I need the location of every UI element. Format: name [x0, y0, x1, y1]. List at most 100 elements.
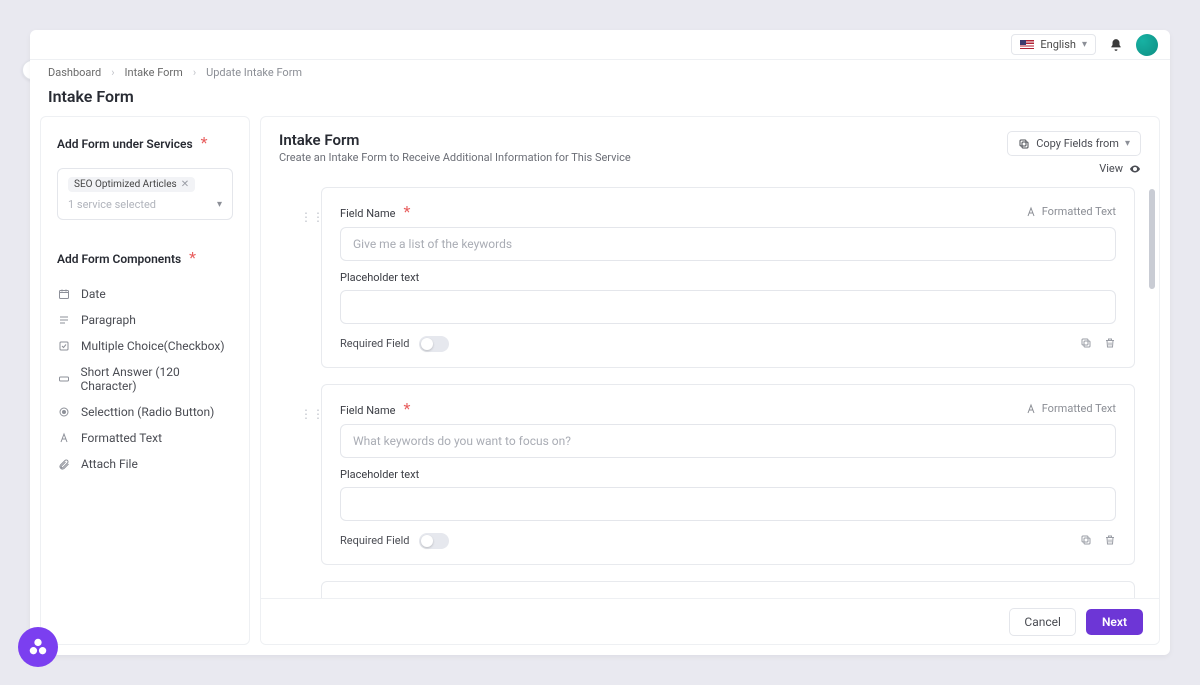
component-multiple-choice[interactable]: Multiple Choice(Checkbox) — [57, 339, 233, 353]
component-short-answer[interactable]: Short Answer (120 Character) — [57, 365, 233, 393]
service-chip: SEO Optimized Articles ✕ — [68, 177, 195, 192]
component-label: Formatted Text — [81, 431, 162, 445]
right-panel: Intake Form Create an Intake Form to Rec… — [260, 116, 1160, 645]
component-formatted-text[interactable]: Formatted Text — [57, 431, 233, 445]
short-answer-icon — [57, 373, 70, 385]
attach-file-icon — [57, 458, 71, 470]
chip-remove-icon[interactable]: ✕ — [181, 179, 189, 190]
chevron-right-icon: › — [111, 66, 114, 79]
field-row-footer: Required Field — [340, 334, 1116, 353]
service-select[interactable]: SEO Optimized Articles ✕ 1 service selec… — [57, 168, 233, 220]
duplicate-button[interactable] — [1080, 531, 1092, 550]
page-header: Dashboard › Intake Form › Update Intake … — [30, 60, 1170, 116]
breadcrumb-item[interactable]: Intake Form — [125, 66, 183, 79]
avatar[interactable] — [1136, 34, 1158, 56]
copy-fields-button[interactable]: Copy Fields from ▾ — [1007, 131, 1141, 156]
delete-button[interactable] — [1104, 531, 1116, 550]
bell-icon — [1109, 38, 1123, 52]
copy-icon — [1080, 534, 1092, 546]
field-row-header: Field Name * Date — [340, 596, 1116, 598]
form-scroll[interactable]: ⋮⋮ Field Name * Formatted Text Placehold… — [261, 183, 1159, 598]
field-row-header: Field Name * Formatted Text — [340, 202, 1116, 221]
required-toggle[interactable] — [419, 533, 449, 549]
placeholder-input[interactable] — [340, 290, 1116, 324]
formatted-text-icon — [1025, 403, 1037, 415]
field-type[interactable]: Formatted Text — [1025, 402, 1116, 415]
required-toggle[interactable] — [419, 336, 449, 352]
component-paragraph[interactable]: Paragraph — [57, 313, 233, 327]
field-row-footer: Required Field — [340, 531, 1116, 550]
component-label: Attach File — [81, 457, 138, 471]
app-shell: English ▾ Dashboard › Intake Form › Upda… — [30, 30, 1170, 655]
field-actions — [1080, 531, 1116, 550]
topbar: English ▾ — [30, 30, 1170, 60]
breadcrumb-item[interactable]: Dashboard — [48, 66, 101, 79]
required-star: * — [399, 596, 410, 598]
language-label: English — [1040, 38, 1076, 51]
field-actions — [1080, 334, 1116, 353]
chevron-right-icon: › — [193, 66, 196, 79]
required-label: Required Field — [340, 534, 409, 547]
component-attach-file[interactable]: Attach File — [57, 457, 233, 471]
required-field-row: Required Field — [340, 533, 449, 549]
formatted-text-icon — [1025, 206, 1037, 218]
form-field-card: ⋮⋮ Field Name * Formatted Text Placehold… — [321, 187, 1135, 368]
field-type[interactable]: Formatted Text — [1025, 205, 1116, 218]
required-label: Required Field — [340, 337, 409, 350]
field-name-input[interactable] — [340, 227, 1116, 261]
trash-icon — [1104, 534, 1116, 546]
field-type-label: Formatted Text — [1042, 402, 1116, 415]
form-heading: Intake Form — [279, 131, 631, 149]
drag-handle-icon[interactable]: ⋮⋮ — [300, 210, 324, 224]
required-star: * — [399, 399, 410, 418]
field-name-label: Field Name — [340, 207, 396, 220]
services-label: Add Form under Services — [57, 137, 193, 151]
radio-icon — [57, 406, 71, 418]
scrollbar-thumb[interactable] — [1149, 189, 1155, 289]
cancel-button[interactable]: Cancel — [1009, 608, 1076, 636]
placeholder-label: Placeholder text — [340, 271, 1116, 284]
copy-icon — [1080, 337, 1092, 349]
copy-icon — [1018, 138, 1030, 150]
main-columns: Add Form under Services * SEO Optimized … — [30, 116, 1170, 655]
checkbox-icon — [57, 340, 71, 352]
view-toggle[interactable]: View — [1099, 162, 1141, 175]
page-title: Intake Form — [48, 87, 1152, 106]
trash-icon — [1104, 337, 1116, 349]
breadcrumb: Dashboard › Intake Form › Update Intake … — [48, 66, 1152, 79]
paragraph-icon — [57, 314, 71, 326]
drag-handle-icon[interactable]: ⋮⋮ — [300, 407, 324, 421]
chip-label: SEO Optimized Articles — [74, 179, 177, 190]
language-selector[interactable]: English ▾ — [1011, 34, 1096, 55]
delete-button[interactable] — [1104, 334, 1116, 353]
notifications-button[interactable] — [1106, 35, 1126, 55]
view-label: View — [1099, 162, 1123, 175]
field-type-label: Formatted Text — [1042, 205, 1116, 218]
required-field-row: Required Field — [340, 336, 449, 352]
components-label: Add Form Components — [57, 252, 181, 266]
chip-row: SEO Optimized Articles ✕ — [68, 177, 222, 192]
component-radio[interactable]: Selecttion (Radio Button) — [57, 405, 233, 419]
component-label: Selecttion (Radio Button) — [81, 405, 214, 419]
required-star: * — [399, 202, 410, 221]
component-list: Date Paragraph Multiple Choice(Checkbox) — [57, 287, 233, 471]
footer-bar: Cancel Next — [261, 598, 1159, 644]
right-header: Intake Form Create an Intake Form to Rec… — [261, 117, 1159, 183]
component-date[interactable]: Date — [57, 287, 233, 301]
placeholder-input[interactable] — [340, 487, 1116, 521]
next-button[interactable]: Next — [1086, 609, 1143, 635]
brand-logo[interactable] — [18, 627, 58, 667]
component-label: Short Answer (120 Character) — [80, 365, 233, 393]
component-label: Multiple Choice(Checkbox) — [81, 339, 225, 353]
copy-fields-label: Copy Fields from — [1036, 137, 1119, 150]
left-panel: Add Form under Services * SEO Optimized … — [40, 116, 250, 645]
calendar-icon — [57, 288, 71, 300]
breadcrumb-current: Update Intake Form — [206, 66, 302, 79]
duplicate-button[interactable] — [1080, 334, 1092, 353]
field-name-input[interactable] — [340, 424, 1116, 458]
field-name-label: Field Name — [340, 404, 396, 417]
flag-icon — [1020, 40, 1034, 50]
chevron-down-icon: ▾ — [1125, 138, 1130, 149]
chevron-down-icon: ▾ — [217, 199, 222, 210]
form-field-card: ⋮⋮ Field Name * Formatted Text Placehold… — [321, 384, 1135, 565]
